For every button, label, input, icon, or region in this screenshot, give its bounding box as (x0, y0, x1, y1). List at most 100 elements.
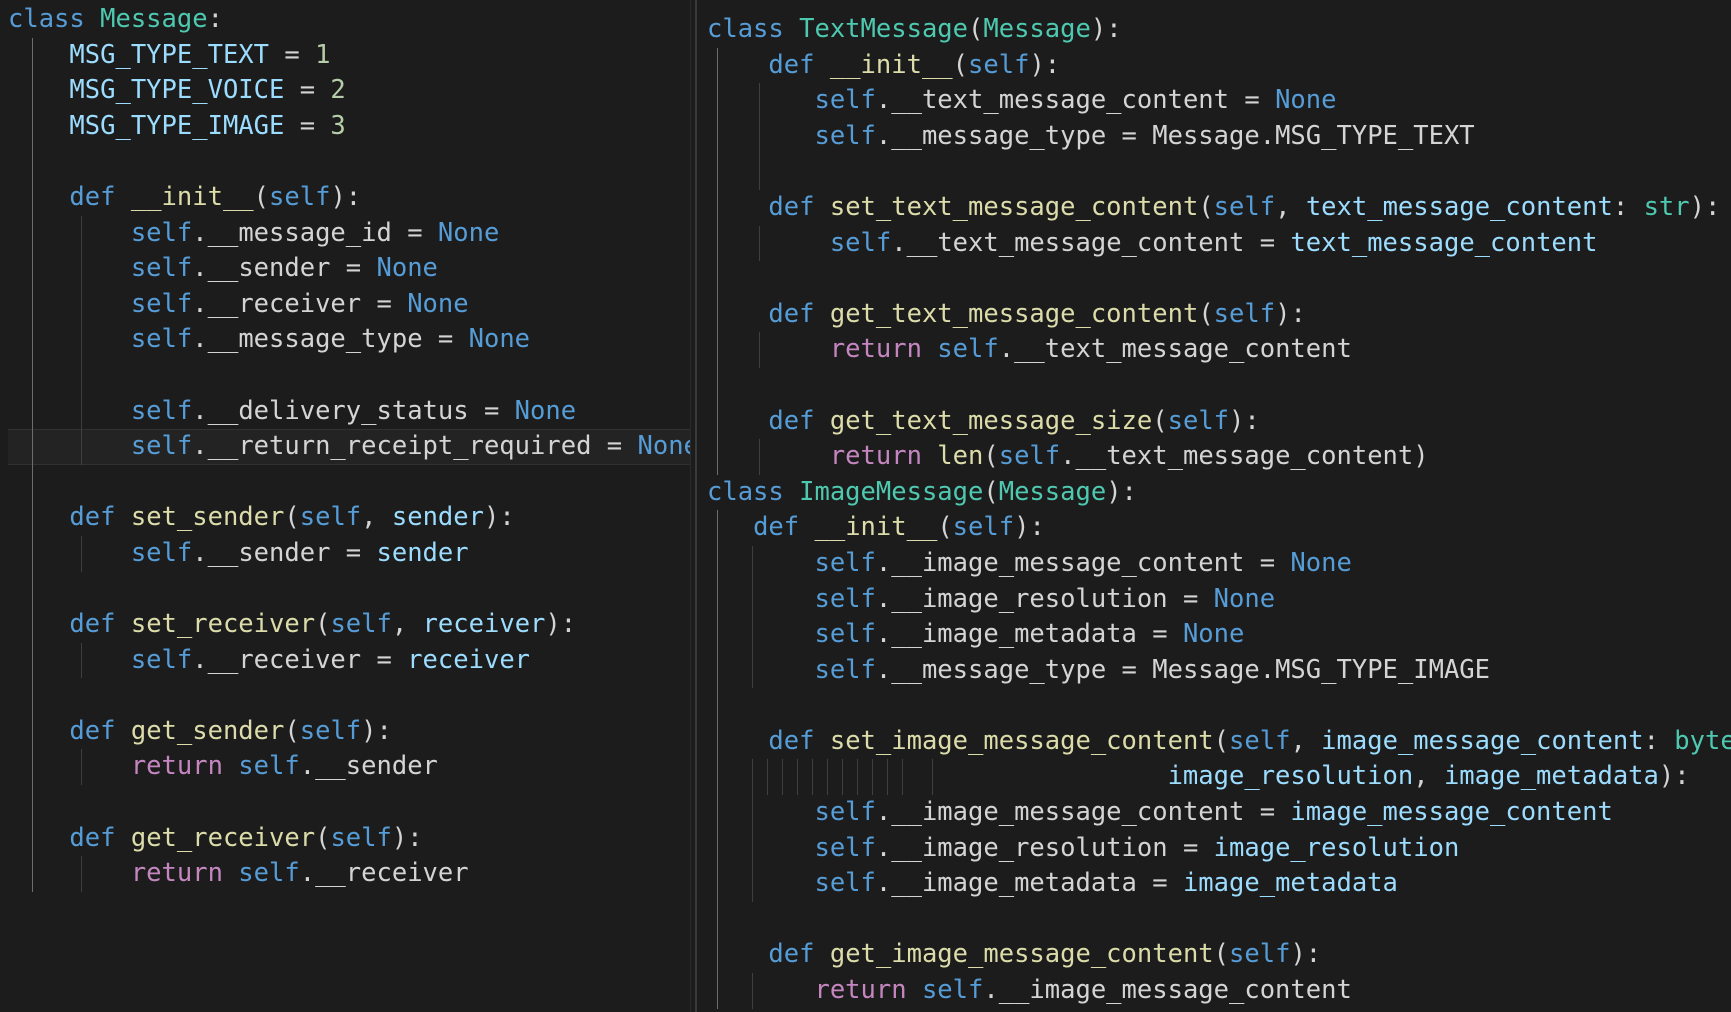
code-token: get_image_message_content (829, 939, 1214, 970)
code-line[interactable]: def get_text_message_size(self): (707, 403, 1731, 440)
code-line[interactable] (8, 357, 690, 394)
code-line-text: return self.__sender (8, 749, 438, 785)
code-token: image_metadata (1443, 761, 1659, 792)
code-token: = (468, 395, 515, 426)
code-line[interactable]: def set_receiver(self, receiver): (8, 607, 690, 643)
code-token: . (891, 227, 907, 258)
code-token: __sender (207, 253, 331, 284)
code-line[interactable] (707, 261, 1731, 297)
code-line-current[interactable]: self.__return_receipt_required = None (8, 429, 690, 465)
code-line-text: return self.__text_message_content (707, 332, 1352, 368)
code-token: = (284, 75, 331, 106)
code-line[interactable]: def __init__(self): (707, 47, 1731, 84)
code-line-text: class Message: (8, 2, 223, 38)
code-token: __image_metadata (891, 868, 1137, 899)
code-line[interactable]: def get_image_message_content(self): (707, 937, 1731, 974)
code-token: = (1136, 868, 1183, 899)
code-line[interactable]: return self.__sender (8, 749, 690, 786)
indent-guide (717, 154, 718, 190)
code-token: ): (330, 181, 362, 212)
code-line[interactable] (707, 688, 1731, 724)
code-token: __receiver (207, 644, 362, 675)
pane-split-divider[interactable] (690, 0, 697, 1012)
code-token: = (1167, 583, 1214, 614)
code-line[interactable] (707, 901, 1731, 938)
code-line[interactable]: MSG_TYPE_VOICE = 2 (8, 73, 690, 109)
code-token: self (269, 181, 331, 212)
code-token: ): (1106, 476, 1137, 507)
code-line[interactable]: self.__message_type = None (8, 322, 690, 358)
code-token: . (998, 334, 1015, 365)
code-line[interactable]: self.__message_id = None (8, 215, 690, 252)
code-line[interactable]: self.__image_message_content = None (707, 545, 1731, 582)
code-line[interactable]: self.__text_message_content = text_messa… (707, 225, 1731, 262)
code-token: . (1259, 120, 1276, 151)
code-line[interactable]: def __init__(self): (707, 510, 1731, 546)
code-line[interactable]: self.__image_resolution = image_resoluti… (707, 830, 1731, 867)
code-line[interactable]: self.__receiver = None (8, 286, 690, 323)
code-line[interactable]: self.__sender = sender (8, 535, 690, 572)
code-line[interactable]: def get_text_message_content(self): (707, 296, 1731, 333)
code-token: get_text_message_content (829, 298, 1199, 329)
code-token: self (814, 547, 876, 578)
code-line[interactable]: self.__text_message_content = None (707, 83, 1731, 119)
code-line[interactable]: class TextMessage(Message): (707, 12, 1731, 48)
code-line[interactable] (8, 144, 690, 180)
code-line[interactable] (8, 785, 690, 821)
code-token: . (192, 644, 208, 675)
code-token: def (69, 715, 131, 746)
code-line[interactable]: self.__image_metadata = image_metadata (707, 866, 1731, 902)
code-content-left[interactable]: class Message: MSG_TYPE_TEXT = 1 MSG_TYP… (0, 0, 690, 1012)
code-line[interactable]: class Message: (8, 2, 690, 38)
code-line[interactable] (8, 678, 690, 714)
code-line[interactable]: MSG_TYPE_IMAGE = 3 (8, 108, 690, 145)
code-line[interactable]: self.__message_type = Message.MSG_TYPE_I… (707, 652, 1731, 689)
code-line[interactable]: image_resolution, image_metadata): (707, 759, 1731, 796)
code-line[interactable] (707, 367, 1731, 404)
code-line[interactable]: self.__message_type = Message.MSG_TYPE_T… (707, 118, 1731, 155)
code-line[interactable]: def set_text_message_content(self, text_… (707, 189, 1731, 226)
editor-pane-left[interactable]: class Message: MSG_TYPE_TEXT = 1 MSG_TYP… (0, 0, 690, 1012)
code-line[interactable]: return self.__receiver (8, 856, 690, 892)
code-token: ( (253, 181, 270, 212)
code-line[interactable]: def __init__(self): (8, 179, 690, 216)
code-token: __image_message_content (891, 547, 1245, 578)
code-line-text: self.__receiver = None (8, 287, 469, 323)
code-token: set_receiver (130, 609, 316, 640)
code-line[interactable]: self.__sender = None (8, 251, 690, 287)
code-token: ): (361, 715, 392, 746)
code-line[interactable]: return self.__image_message_content (707, 973, 1731, 1009)
code-line[interactable]: return len(self.__text_message_content) (707, 439, 1731, 475)
code-token: self (1229, 725, 1291, 756)
editor-pane-right[interactable]: class TextMessage(Message): def __init__… (697, 0, 1731, 1012)
code-line[interactable]: self.__image_message_content = image_mes… (707, 795, 1731, 831)
code-content-right[interactable]: class TextMessage(Message): def __init__… (697, 0, 1731, 1012)
code-token: = (1136, 619, 1183, 650)
code-line[interactable] (8, 464, 690, 501)
code-line[interactable]: def set_image_message_content(self, imag… (707, 723, 1731, 760)
code-line-text: self.__message_type = Message.MSG_TYPE_T… (707, 119, 1474, 155)
code-line[interactable]: def get_sender(self): (8, 713, 690, 750)
code-token: : (207, 4, 223, 34)
code-line[interactable]: MSG_TYPE_TEXT = 1 (8, 37, 690, 74)
code-line-text: self.__message_type = Message.MSG_TYPE_I… (707, 653, 1490, 689)
code-line[interactable]: def set_sender(self, sender): (8, 500, 690, 536)
code-token: ( (315, 609, 331, 640)
code-line[interactable]: self.__receiver = receiver (8, 642, 690, 679)
code-line[interactable]: return self.__text_message_content (707, 332, 1731, 368)
code-line[interactable]: self.__image_metadata = None (707, 617, 1731, 653)
code-line[interactable]: class ImageMessage(Message): (707, 475, 1731, 511)
code-line[interactable]: def get_receiver(self): (8, 820, 690, 857)
code-token: = (422, 324, 469, 355)
code-line[interactable] (707, 154, 1731, 190)
code-token: ): (391, 822, 423, 853)
code-token: self (937, 334, 999, 365)
code-line[interactable]: self.__delivery_status = None (8, 393, 690, 430)
code-line[interactable]: self.__image_resolution = None (707, 581, 1731, 618)
code-line[interactable] (8, 571, 690, 608)
